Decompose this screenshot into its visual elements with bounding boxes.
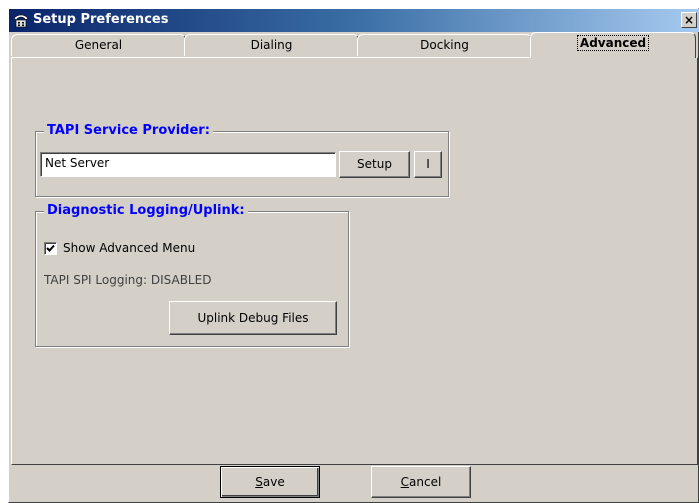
tab-dialing[interactable]: Dialing [184,34,359,56]
info-button[interactable]: I [414,151,442,178]
show-advanced-menu-label[interactable]: Show Advanced Menu [63,241,195,255]
uplink-debug-files-label: Uplink Debug Files [197,311,309,325]
uplink-debug-files-button[interactable]: Uplink Debug Files [169,301,337,335]
tapi-service-provider-group: TAPI Service Provider: Net Server Setup … [35,123,449,197]
tab-docking[interactable]: Docking [357,34,532,56]
tab-dialing-label: Dialing [250,38,293,52]
title-bar[interactable]: Setup Preferences × [9,9,699,32]
tab-advanced-label: Advanced [576,35,650,51]
telephone-icon [12,12,30,29]
info-button-label: I [426,157,430,171]
advanced-panel: TAPI Service Provider: Net Server Setup … [11,57,698,465]
diagnostic-logging-group: Diagnostic Logging/Uplink: Show Advanced… [35,203,349,347]
tapi-provider-field[interactable]: Net Server [40,152,336,177]
tab-advanced[interactable]: Advanced [530,32,696,58]
tab-docking-label: Docking [420,38,469,52]
save-button-label: Save [255,475,285,489]
setup-button[interactable]: Setup [339,151,410,178]
setup-button-label: Setup [357,157,392,171]
window-title: Setup Preferences [33,12,169,27]
setup-preferences-dialog: Setup Preferences × General Dialing Dock… [8,8,699,503]
tab-general[interactable]: General [11,34,186,56]
tapi-group-legend: TAPI Service Provider: [44,123,213,138]
check-icon [46,244,55,252]
close-icon: × [683,13,695,27]
close-button[interactable]: × [681,12,697,28]
diagnostic-group-legend: Diagnostic Logging/Uplink: [44,203,248,218]
cancel-button-label: Cancel [400,475,442,489]
cancel-button[interactable]: Cancel [371,466,471,498]
tab-general-label: General [74,38,123,52]
show-advanced-menu-checkbox[interactable] [44,242,57,255]
tapi-spi-logging-status: TAPI SPI Logging: DISABLED [44,273,212,287]
save-button[interactable]: Save [220,466,320,498]
